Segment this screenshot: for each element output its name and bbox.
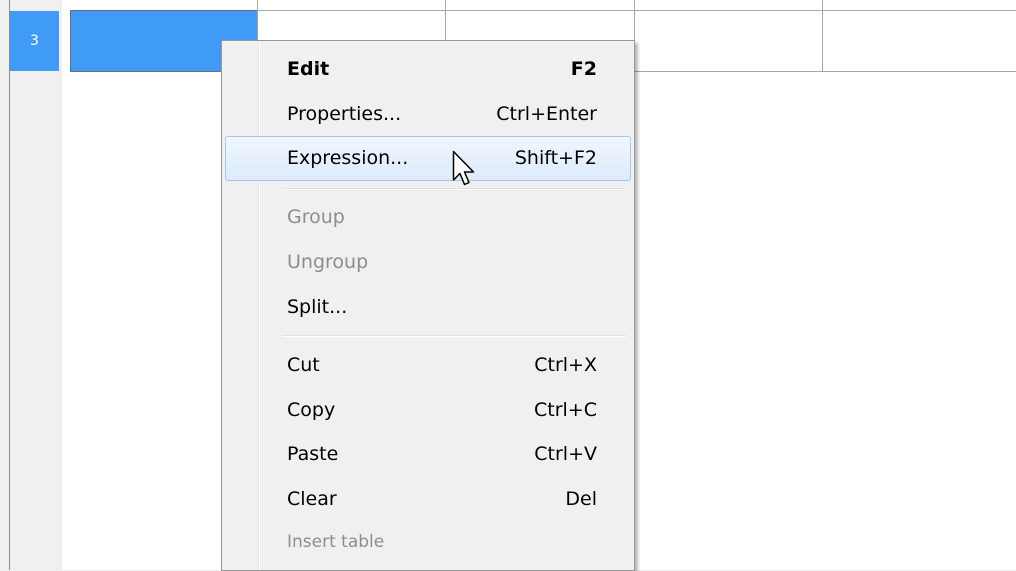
row-header-3[interactable]: 3 <box>10 11 59 71</box>
menu-item-label: Split... <box>287 296 348 318</box>
menu-item-shortcut: F2 <box>570 58 597 80</box>
menu-item-clear[interactable]: Clear Del <box>225 477 631 522</box>
menu-item-label: Properties... <box>287 103 402 125</box>
menu-item-label: Clear <box>287 488 337 510</box>
row-header-column <box>9 0 63 570</box>
mouse-pointer-icon <box>452 150 475 186</box>
menu-item-label: Ungroup <box>287 251 369 273</box>
menu-separator <box>282 335 626 337</box>
menu-item-properties[interactable]: Properties... Ctrl+Enter <box>225 92 631 137</box>
table-cell[interactable] <box>634 10 823 72</box>
menu-item-label: Insert table <box>287 532 385 552</box>
column-divider <box>257 0 258 10</box>
menu-item-label: Group <box>287 206 345 228</box>
column-divider <box>634 0 635 10</box>
context-menu: Edit F2 Properties... Ctrl+Enter Express… <box>221 40 635 571</box>
menu-item-label: Copy <box>287 399 336 421</box>
menu-item-paste[interactable]: Paste Ctrl+V <box>225 432 631 477</box>
menu-item-shortcut: Shift+F2 <box>514 147 597 169</box>
menu-item-shortcut: Del <box>565 488 597 510</box>
menu-item-group: Group <box>225 195 631 240</box>
row-number: 3 <box>30 33 39 49</box>
menu-item-shortcut: Ctrl+C <box>534 399 597 421</box>
column-divider <box>445 0 446 10</box>
table-cell[interactable] <box>822 10 1016 72</box>
menu-item-insert-table: Insert table <box>225 521 631 566</box>
menu-item-shortcut: Ctrl+Enter <box>496 103 597 125</box>
menu-item-shortcut: Ctrl+X <box>534 354 597 376</box>
menu-item-ungroup: Ungroup <box>225 240 631 285</box>
menu-item-label: Cut <box>287 354 320 376</box>
menu-item-copy[interactable]: Copy Ctrl+C <box>225 388 631 433</box>
menu-item-shortcut: Ctrl+V <box>534 443 597 465</box>
column-divider <box>822 0 823 10</box>
menu-item-label: Expression... <box>287 147 409 169</box>
menu-item-cut[interactable]: Cut Ctrl+X <box>225 343 631 388</box>
menu-item-label: Paste <box>287 443 339 465</box>
menu-item-label: Edit <box>287 58 330 80</box>
menu-item-expression[interactable]: Expression... Shift+F2 <box>225 136 631 181</box>
menu-item-split[interactable]: Split... <box>225 285 631 330</box>
menu-item-edit[interactable]: Edit F2 <box>225 47 631 92</box>
